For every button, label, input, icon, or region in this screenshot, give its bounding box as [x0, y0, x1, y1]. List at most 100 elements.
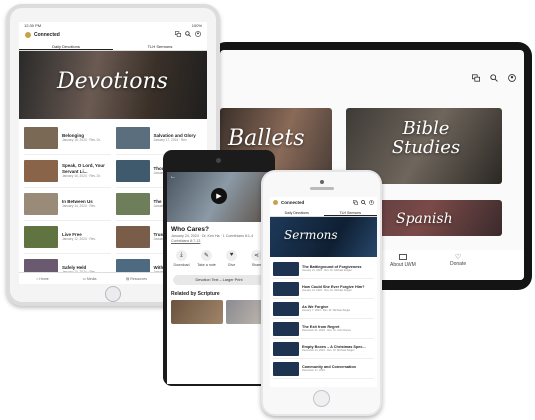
app-bar: Connected [270, 197, 377, 208]
video-title: Who Cares? [171, 226, 209, 233]
list-item[interactable]: Empty Boxes – A Christmas Spec... Decembe… [273, 339, 374, 359]
hero-title: Devotions [57, 69, 168, 94]
chat-icon[interactable] [175, 31, 181, 39]
nav-about-lwm[interactable]: About LWM [390, 254, 416, 268]
tablet-card-label: Spanish [396, 211, 453, 227]
download-icon: ⤓ [176, 249, 187, 261]
devotion-text-button[interactable]: Devotion Text – Larger Print [173, 274, 265, 285]
hero-banner: Devotions [19, 51, 207, 119]
item-meta: January 17, 2024 · Rev. [153, 138, 188, 143]
related-heading: Related by Scripture [171, 290, 220, 297]
list-item[interactable]: In Between Us January 14, 2024 · Rev. [24, 188, 111, 221]
status-time: 12:30 PM [24, 23, 42, 28]
item-meta: January 12, 2024 · Rev. [62, 237, 96, 242]
sermon-list: The Battleground of Forgiveness January 2… [270, 257, 377, 381]
heart-icon: ♡ [454, 254, 462, 261]
list-item[interactable]: As We Forgive January 7, 2024 · Rev. Dr. … [273, 299, 374, 319]
devotion-thumbnail [115, 226, 150, 248]
tablet-card-label: Bible Studies [391, 118, 461, 158]
android-phone: ← ▶ Who Cares? January 24, 2024 · Dr. Ke… [163, 150, 275, 386]
chat-icon[interactable] [472, 74, 480, 82]
app-bar: Connected [19, 29, 207, 41]
account-icon[interactable] [195, 31, 201, 39]
sermon-thumbnail [273, 301, 299, 316]
list-item[interactable]: Live Free January 12, 2024 · Rev. [24, 221, 111, 254]
hero-title: Sermons [284, 228, 338, 242]
product-showcase: Ballets Bible Studies Spanish About LWM … [0, 0, 535, 420]
item-meta: December 24, 2023 · Rev. Dr. Michael Zei… [302, 349, 355, 353]
related-item[interactable] [171, 299, 223, 324]
search-icon[interactable] [185, 31, 191, 39]
list-item[interactable]: Belonging January 18, 2024 · Rev. Dr. [24, 122, 111, 155]
related-row [167, 299, 271, 324]
list-item[interactable]: The Exit from Regret December 31, 2023 · … [273, 319, 374, 339]
account-icon[interactable] [369, 199, 374, 206]
account-icon[interactable] [508, 74, 516, 82]
book-icon [398, 254, 407, 260]
sermon-thumbnail [273, 341, 299, 356]
tab-tlh-sermons[interactable]: TLH Sermons [113, 41, 207, 50]
status-bar: 12:30 PM 100% [19, 22, 207, 29]
sermon-thumbnail [273, 281, 299, 296]
iphone-device: Connected Daily Devotions TLH Sermons Se… [261, 170, 382, 416]
sermon-thumbnail [273, 321, 299, 336]
devotion-thumbnail [24, 193, 58, 215]
sermon-thumbnail [273, 261, 299, 276]
devotion-thumbnail [24, 226, 58, 248]
hero-banner: Sermons [270, 217, 377, 257]
tab-tlh-sermons[interactable]: TLH Sermons [323, 208, 377, 216]
video-player[interactable]: ← ▶ [167, 172, 271, 222]
item-meta: December 31, 2023 · Rev. Dr. John Nunes [302, 329, 351, 333]
status-battery: 100% [191, 23, 202, 28]
give-icon: ♥ [226, 249, 237, 261]
home-button[interactable] [105, 286, 121, 302]
related-item[interactable] [226, 299, 266, 324]
nav-home[interactable]: ⌂ Home [19, 277, 66, 281]
list-item[interactable]: How Could She Ever Forgive Him? January 1… [273, 279, 374, 299]
search-icon[interactable] [490, 74, 498, 82]
android-phone-screen: ← ▶ Who Cares? January 24, 2024 · Dr. Ke… [167, 172, 271, 384]
list-item[interactable]: The Battleground of Forgiveness January 2… [273, 259, 374, 279]
item-title: Speak, O Lord, Your Servant Li... [62, 163, 105, 174]
speaker-grille [310, 187, 334, 190]
devotion-thumbnail [115, 127, 150, 149]
sermon-thumbnail [273, 361, 299, 376]
devotion-thumbnail [24, 127, 58, 149]
play-icon[interactable]: ▶ [211, 188, 227, 204]
item-meta: January 14, 2024 · Rev. Dr. Michael Zeig… [302, 289, 352, 293]
iphone-screen: Connected Daily Devotions TLH Sermons Se… [270, 197, 377, 387]
tab-daily-devotions[interactable]: Daily Devotions [270, 208, 324, 216]
take-note-button[interactable]: ✎ Take a note [196, 249, 218, 267]
chat-icon[interactable] [353, 199, 358, 206]
tab-daily-devotions[interactable]: Daily Devotions [19, 41, 113, 50]
search-icon[interactable] [361, 199, 366, 206]
list-item[interactable]: Speak, O Lord, Your Servant Li... January… [24, 155, 111, 188]
nav-donate[interactable]: ♡ Donate [450, 254, 466, 267]
download-button[interactable]: ⤓ Download [171, 249, 193, 267]
item-meta: January 18, 2024 · Rev. Dr. [62, 138, 101, 143]
devotion-thumbnail [24, 160, 58, 182]
camera-icon [216, 158, 221, 163]
item-meta: January 16, 2024 · Rev. Dr. [62, 173, 101, 178]
item-meta: January 14, 2024 · Rev. [62, 204, 96, 209]
item-meta: January 21, 2024 · Rev. Dr. Michael Zeig… [302, 269, 352, 273]
home-button[interactable] [313, 390, 330, 407]
list-item[interactable]: Community and Conversation December 17, 2… [273, 359, 374, 379]
tablet-card-label: Ballets [228, 126, 305, 151]
app-logo-icon [25, 32, 31, 38]
nav-resources[interactable]: ▤ Resources [113, 277, 160, 281]
back-arrow-icon[interactable]: ← [170, 174, 176, 180]
content-tabs: Daily Devotions TLH Sermons [19, 41, 207, 51]
item-meta: December 17, 2023 [302, 369, 325, 373]
devotion-thumbnail [115, 193, 150, 215]
app-logo-icon [273, 200, 278, 205]
app-title: Connected [281, 200, 305, 205]
item-meta: January 7, 2024 · Rev. Dr. Michael Zeigl… [302, 309, 351, 313]
video-meta: January 24, 2024 · Dr. Ken Ha · 1 Corint… [171, 234, 254, 243]
action-row: ⤓ Download ✎ Take a note ♥ Give ⋖ Share [167, 244, 271, 269]
camera-icon [320, 180, 324, 184]
tablet-toolbar [472, 74, 516, 82]
give-button[interactable]: ♥ Give [221, 249, 243, 267]
nav-media[interactable]: ▭ Media [66, 277, 113, 281]
pencil-icon: ✎ [201, 249, 212, 261]
